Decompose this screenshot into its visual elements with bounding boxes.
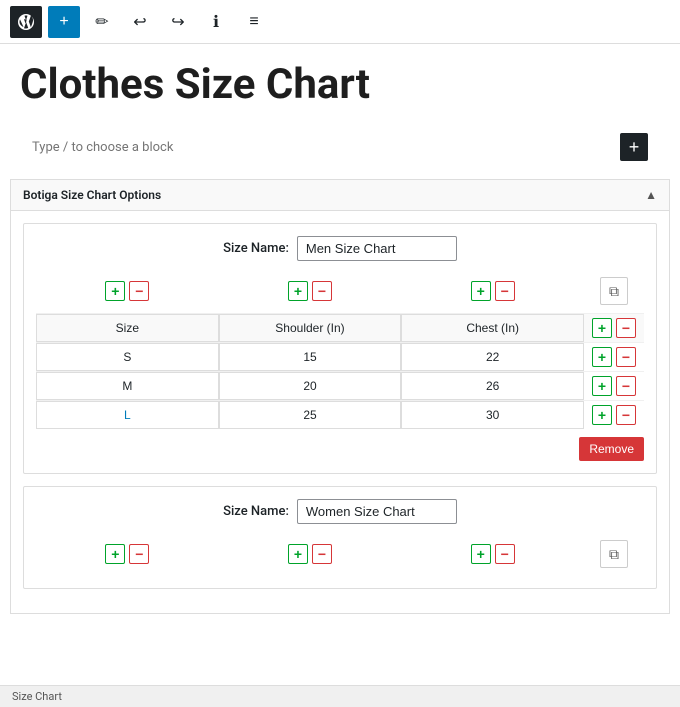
cell-1-1-0[interactable] xyxy=(36,372,219,400)
header-cell-0-1[interactable] xyxy=(36,314,219,342)
wp-logo xyxy=(10,6,42,38)
size-name-input-2[interactable] xyxy=(297,499,457,524)
cell-1-1-1[interactable] xyxy=(219,372,402,400)
panel-body: Size Name: + − + − + − ⧉ xyxy=(11,211,669,613)
add-block-button[interactable]: + xyxy=(48,6,80,38)
remove-row-header-button[interactable]: − xyxy=(616,318,636,338)
add-row-1-2-button[interactable]: + xyxy=(592,405,612,425)
size-chart-panel: Botiga Size Chart Options ▲ Size Name: +… xyxy=(10,179,670,614)
remove-col-1-button[interactable]: − xyxy=(312,281,332,301)
list-button[interactable]: ≡ xyxy=(238,6,270,38)
remove-row-1-1-button[interactable]: − xyxy=(616,376,636,396)
copy-button-1[interactable]: ⧉ xyxy=(600,277,628,305)
cell-1-1-2[interactable] xyxy=(401,372,584,400)
col-control-2: + − xyxy=(401,273,584,309)
add-col-1-button[interactable]: + xyxy=(288,281,308,301)
undo-button[interactable]: ↩ xyxy=(124,6,156,38)
add-row-1-0-button[interactable]: + xyxy=(592,347,612,367)
copy-col-control: ⧉ xyxy=(584,273,644,309)
toolbar: + ✏ ↩ ↪ ℹ ≡ xyxy=(0,0,680,44)
copy-button-2[interactable]: ⧉ xyxy=(600,540,628,568)
header-cell-1-1[interactable] xyxy=(219,314,402,342)
add-block-inline-button[interactable]: + xyxy=(620,133,648,161)
cell-1-0-0[interactable] xyxy=(36,343,219,371)
page-title: Clothes Size Chart xyxy=(0,44,680,119)
col-control-2-1: + − xyxy=(219,536,402,572)
row-1-1-controls: + − xyxy=(584,372,644,400)
data-row-1-1: + − xyxy=(36,371,644,400)
panel-collapse-icon: ▲ xyxy=(645,188,657,202)
wp-logo-icon xyxy=(16,12,36,32)
cell-1-0-2[interactable] xyxy=(401,343,584,371)
status-text: Size Chart xyxy=(12,690,62,703)
status-bar: Size Chart xyxy=(0,685,680,707)
cell-1-0-1[interactable] xyxy=(219,343,402,371)
size-name-label-1: Size Name: xyxy=(223,241,289,256)
col-controls-row-2: + − + − + − ⧉ xyxy=(36,536,644,572)
remove-chart-1-button[interactable]: Remove xyxy=(579,437,644,461)
row-1-0-controls: + − xyxy=(584,343,644,371)
cell-1-2-1[interactable] xyxy=(219,401,402,429)
remove-col-0-button[interactable]: − xyxy=(129,281,149,301)
header-cell-2-1[interactable] xyxy=(401,314,584,342)
size-name-row-1: Size Name: xyxy=(36,236,644,261)
remove-col-2-2-button[interactable]: − xyxy=(495,544,515,564)
header-row-1: + − xyxy=(36,313,644,342)
add-row-1-1-button[interactable]: + xyxy=(592,376,612,396)
redo-button[interactable]: ↪ xyxy=(162,6,194,38)
pen-button[interactable]: ✏ xyxy=(86,6,118,38)
add-col-2-button[interactable]: + xyxy=(471,281,491,301)
col-control-1: + − xyxy=(219,273,402,309)
remove-col-2-button[interactable]: − xyxy=(495,281,515,301)
clearfix-1: Remove xyxy=(36,429,644,461)
info-button[interactable]: ℹ xyxy=(200,6,232,38)
panel-title: Botiga Size Chart Options xyxy=(23,188,161,202)
size-name-row-2: Size Name: xyxy=(36,499,644,524)
col-control-2-2: + − xyxy=(401,536,584,572)
add-col-2-2-button[interactable]: + xyxy=(471,544,491,564)
col-control-0: + − xyxy=(36,273,219,309)
remove-row-1-2-button[interactable]: − xyxy=(616,405,636,425)
col-controls-row-1: + − + − + − ⧉ xyxy=(36,273,644,309)
panel-header[interactable]: Botiga Size Chart Options ▲ xyxy=(11,180,669,211)
chart-card-2: Size Name: + − + − + − ⧉ xyxy=(23,486,657,589)
cell-1-2-2[interactable] xyxy=(401,401,584,429)
size-name-input-1[interactable] xyxy=(297,236,457,261)
data-row-1-0: + − xyxy=(36,342,644,371)
col-control-2-0: + − xyxy=(36,536,219,572)
cell-1-2-0[interactable] xyxy=(36,401,219,429)
add-col-0-button[interactable]: + xyxy=(105,281,125,301)
remove-col-2-1-button[interactable]: − xyxy=(312,544,332,564)
data-row-1-2: + − xyxy=(36,400,644,429)
chart-card-1: Size Name: + − + − + − ⧉ xyxy=(23,223,657,474)
size-name-label-2: Size Name: xyxy=(223,504,289,519)
add-col-2-0-button[interactable]: + xyxy=(105,544,125,564)
remove-row-1-0-button[interactable]: − xyxy=(616,347,636,367)
block-placeholder-area: Type / to choose a block + xyxy=(16,123,664,171)
block-placeholder-text: Type / to choose a block xyxy=(32,140,173,155)
add-col-2-1-button[interactable]: + xyxy=(288,544,308,564)
row-1-2-controls: + − xyxy=(584,401,644,429)
add-row-header-button[interactable]: + xyxy=(592,318,612,338)
header-row-controls-1: + − xyxy=(584,314,644,342)
copy-col-control-2: ⧉ xyxy=(584,536,644,572)
remove-col-2-0-button[interactable]: − xyxy=(129,544,149,564)
